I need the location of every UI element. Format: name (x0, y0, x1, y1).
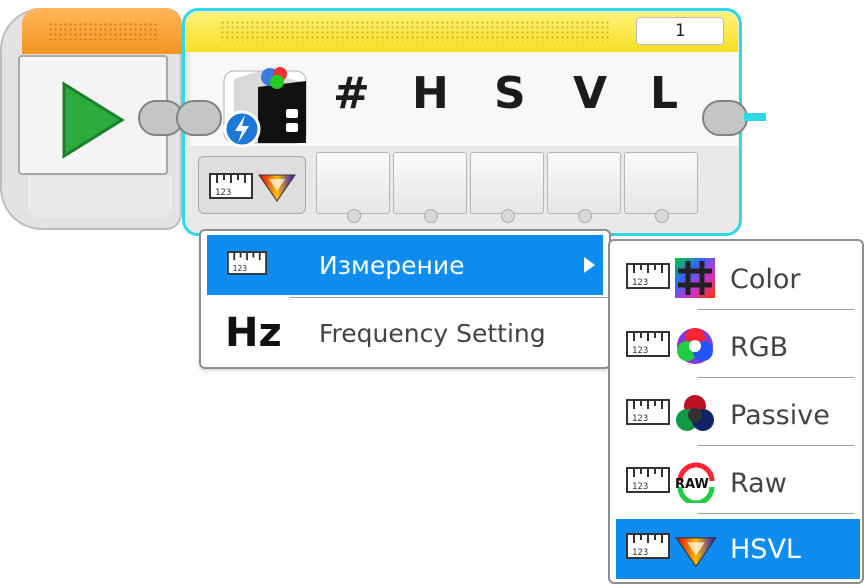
submenu-item-raw[interactable]: 123 RAW Raw (616, 453, 860, 513)
svg-text:123: 123 (632, 278, 648, 288)
measure-icon: 123 (626, 263, 670, 289)
menu-divider (290, 297, 608, 298)
submenu-item-passive[interactable]: 123 Passive (616, 385, 860, 445)
play-icon (62, 81, 125, 159)
svg-text:RAW: RAW (675, 477, 709, 492)
submenu-arrow-icon (584, 257, 595, 273)
color-sensor-icon (223, 67, 307, 148)
sensor-input-plug[interactable] (176, 100, 222, 136)
start-block-header (22, 8, 182, 54)
svg-text:123: 123 (215, 188, 231, 198)
port-selector[interactable]: 1 (636, 17, 724, 45)
output-label-number: # (333, 68, 370, 119)
submenu-item-label: HSVL (730, 534, 801, 565)
output-slot-l[interactable] (624, 152, 698, 223)
menu-item-frequency[interactable]: Hz Frequency Setting (207, 303, 603, 363)
measure-icon: 123 (209, 173, 253, 199)
measure-icon: 123 (626, 331, 670, 357)
submenu-divider (698, 445, 854, 446)
sensor-output-plug[interactable] (702, 100, 748, 136)
hsvl-triangle-icon (258, 174, 296, 202)
output-slot-v[interactable] (547, 152, 621, 223)
raw-icon: RAW (675, 462, 715, 503)
rgb-circles-icon (677, 328, 713, 364)
submenu-item-hsvl[interactable]: 123 HSVL (616, 519, 860, 579)
measure-icon: 123 (626, 399, 670, 425)
passive-circles-icon (676, 395, 714, 431)
output-label-h: H (412, 68, 449, 119)
svg-text:123: 123 (232, 263, 247, 273)
menu-item-measure[interactable]: 123 Измерение (207, 235, 603, 295)
output-slot-s[interactable] (470, 152, 544, 223)
svg-text:123: 123 (632, 414, 648, 424)
output-label-l: L (650, 68, 679, 119)
submenu-divider (698, 513, 854, 514)
measure-icon: 123 (626, 533, 670, 559)
svg-text:123: 123 (632, 548, 648, 558)
submenu-item-label: RGB (730, 332, 789, 363)
menu-item-label: Измерение (319, 250, 465, 280)
mode-menu: 123 Измерение Hz Frequency Setting (199, 229, 611, 369)
svg-text:123: 123 (632, 482, 648, 492)
hsvl-triangle-icon (675, 537, 717, 568)
output-label-s: S (494, 68, 526, 119)
output-slot-h[interactable] (393, 152, 467, 223)
sequence-wire (744, 113, 766, 121)
submenu-item-label: Passive (730, 400, 830, 431)
hz-icon: Hz (225, 310, 282, 356)
submenu-item-label: Color (730, 264, 801, 295)
submenu-divider (698, 309, 854, 310)
svg-text:123: 123 (632, 346, 648, 356)
output-label-v: V (573, 68, 608, 119)
output-slot-number[interactable] (316, 152, 390, 223)
start-block-base (28, 176, 172, 218)
measure-icon: 123 (227, 251, 267, 275)
menu-item-label: Frequency Setting (319, 318, 546, 348)
submenu-divider (698, 377, 854, 378)
measure-submenu: 123 Color 123 RGB 123 Passive 123 RAW Ra… (608, 239, 864, 584)
mode-selector-button[interactable]: 123 (198, 156, 306, 214)
submenu-item-rgb[interactable]: 123 RGB (616, 317, 860, 377)
submenu-item-label: Raw (730, 468, 787, 499)
measure-icon: 123 (626, 467, 670, 493)
submenu-item-color[interactable]: 123 Color (616, 249, 860, 309)
color-grid-icon (675, 258, 715, 298)
